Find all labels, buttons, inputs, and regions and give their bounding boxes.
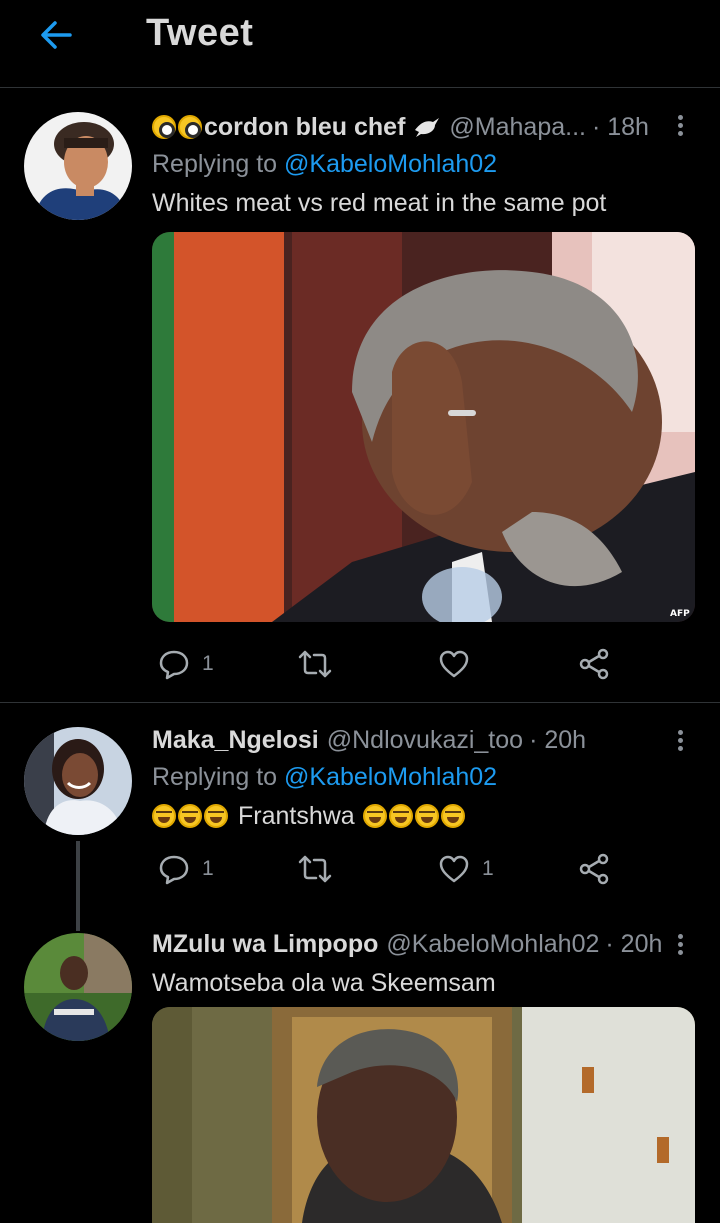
retweet-icon [298, 855, 332, 883]
rofl-emoji-icon [178, 804, 202, 828]
timestamp[interactable]: · 18h [592, 113, 649, 142]
tweet-text: Whites meat vs red meat in the same pot [152, 189, 607, 217]
reply-count: 1 [202, 857, 214, 880]
retweet-icon [298, 650, 332, 678]
avatar[interactable] [24, 112, 132, 220]
handle[interactable]: @Ndlovukazi_too [327, 726, 523, 755]
share-button[interactable] [578, 849, 610, 889]
share-icon [579, 648, 609, 680]
reply-count: 1 [202, 652, 214, 675]
tweet-text: Wamotseba ola wa Skeemsam [152, 969, 496, 997]
avatar[interactable] [24, 727, 132, 835]
tweet-text-line: Frantshwa [152, 799, 696, 833]
rofl-emoji-icon [440, 804, 465, 828]
share-icon [579, 853, 609, 885]
tweet-actions: 1 [152, 644, 672, 684]
handle[interactable]: @Mahapa... [449, 113, 586, 142]
share-button[interactable] [578, 644, 610, 684]
tweet-header: cordon bleu chef @Mahapa... · 18h [152, 110, 696, 144]
mention-link[interactable]: @KabeloMohlah02 [284, 763, 497, 791]
display-name[interactable]: Maka_Ngelosi [152, 726, 319, 755]
tweet-actions: 1 1 [152, 849, 672, 889]
rofl-emoji-icon [362, 804, 387, 828]
reply-icon [159, 650, 189, 680]
reply-button[interactable]: 1 [158, 644, 214, 684]
rofl-emoji-icon [152, 804, 176, 828]
tweet-photo[interactable]: AFP [152, 232, 695, 622]
reply-icon [159, 855, 189, 885]
tweet-1[interactable]: cordon bleu chef @Mahapa... · 18h Replyi… [0, 88, 720, 702]
top-bar: Tweet [0, 0, 720, 88]
tweet-text: Frantshwa [238, 802, 355, 830]
rofl-emoji-icon [204, 804, 228, 828]
page-title: Tweet [146, 12, 254, 54]
display-name[interactable]: cordon bleu chef [204, 113, 405, 142]
tweet-content: cordon bleu chef @Mahapa... · 18h Replyi… [152, 110, 696, 220]
retweet-button[interactable] [298, 849, 344, 889]
replying-prefix: Replying to [152, 150, 285, 178]
thread-line [76, 841, 80, 931]
replying-prefix: Replying to [152, 763, 285, 791]
replying-to: Replying to @KabeloMohlah02 [152, 147, 696, 181]
emoji-eyes-icon [178, 115, 202, 139]
tweet-content: MZulu wa Limpopo @KabeloMohlah02 · 20h W… [152, 927, 696, 1000]
tweet-content: Maka_Ngelosi @Ndlovukazi_too · 20h Reply… [152, 723, 696, 833]
like-button[interactable] [438, 644, 482, 684]
heart-icon [439, 855, 469, 883]
mention-link[interactable]: @KabeloMohlah02 [284, 150, 497, 178]
like-count: 1 [482, 857, 494, 880]
tweet-header: Maka_Ngelosi @Ndlovukazi_too · 20h [152, 723, 696, 757]
retweet-button[interactable] [298, 644, 344, 684]
handle[interactable]: @KabeloMohlah02 [386, 930, 599, 959]
heart-icon [439, 650, 469, 678]
emoji-eyes-icon [152, 115, 176, 139]
replying-to: Replying to @KabeloMohlah02 [152, 760, 696, 794]
back-arrow-icon[interactable] [36, 14, 78, 56]
tweet-3[interactable]: MZulu wa Limpopo @KabeloMohlah02 · 20h W… [0, 923, 720, 1223]
timestamp[interactable]: · 20h [605, 930, 662, 959]
display-name[interactable]: MZulu wa Limpopo [152, 930, 378, 959]
media-watermark: AFP [670, 609, 690, 619]
rofl-emoji-icon [388, 804, 413, 828]
tweet-photo[interactable] [152, 1007, 695, 1223]
tweet-header: MZulu wa Limpopo @KabeloMohlah02 · 20h [152, 927, 696, 961]
like-button[interactable]: 1 [438, 849, 494, 889]
timestamp[interactable]: · 20h [529, 726, 586, 755]
dove-icon [415, 118, 440, 137]
avatar[interactable] [24, 933, 132, 1041]
tweet-2[interactable]: Maka_Ngelosi @Ndlovukazi_too · 20h Reply… [0, 703, 720, 931]
rofl-emoji-icon [414, 804, 439, 828]
reply-button[interactable]: 1 [158, 849, 214, 889]
